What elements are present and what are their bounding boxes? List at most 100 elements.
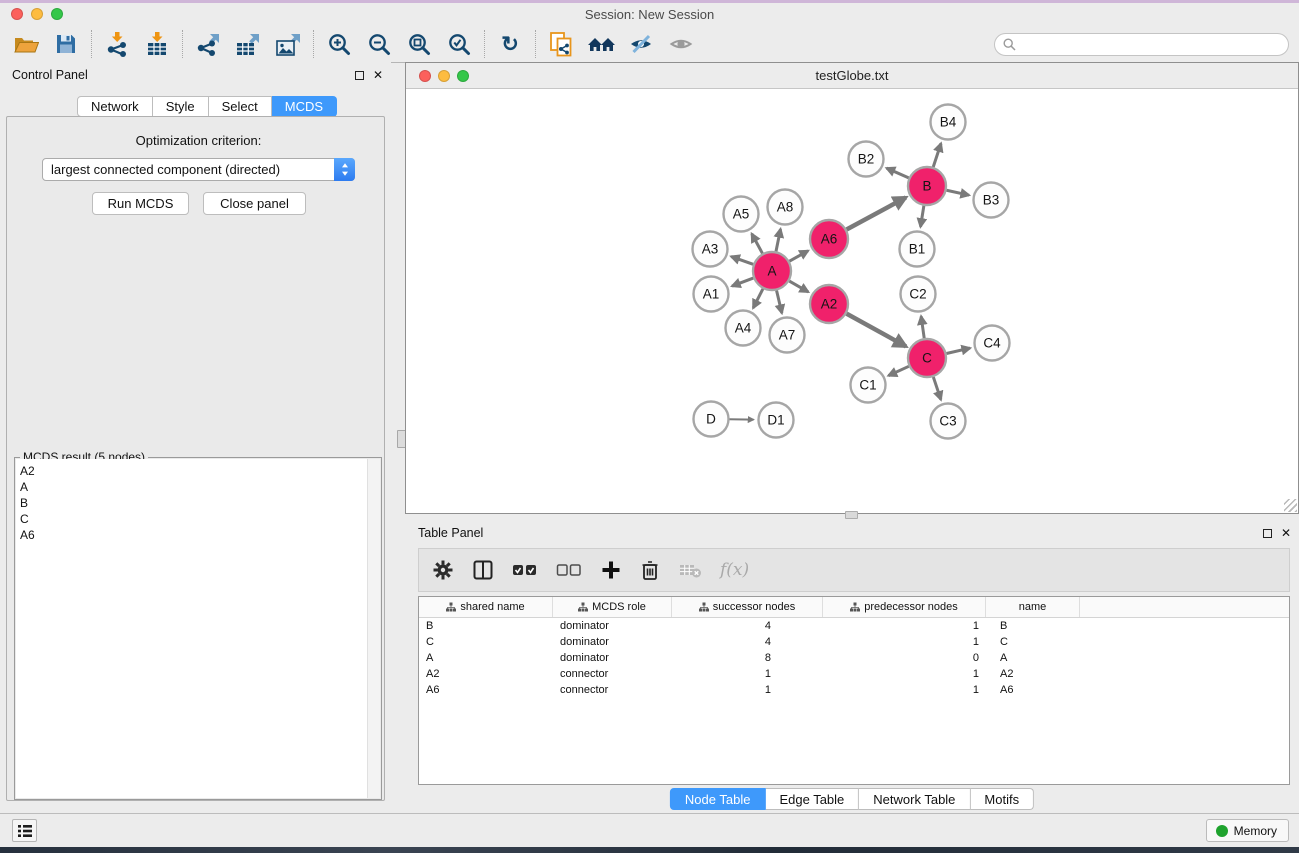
tab-mcds[interactable]: MCDS (272, 96, 337, 117)
graph-node-B1[interactable]: B1 (900, 232, 935, 267)
column-header-mcds-role[interactable]: MCDS role (553, 597, 672, 617)
show-all-button[interactable] (661, 28, 701, 60)
graph-edge-A6-B[interactable] (847, 197, 906, 229)
tab-network-table[interactable]: Network Table (859, 788, 970, 810)
graph-edge-A-A8[interactable] (776, 229, 781, 251)
graph-edge-B-B1[interactable] (921, 206, 924, 227)
float-panel-icon[interactable] (355, 71, 364, 80)
scrollbar-track[interactable] (367, 459, 380, 798)
export-image-button[interactable] (268, 28, 308, 60)
float-panel-icon[interactable] (1263, 529, 1272, 538)
graph-edge-B-B3[interactable] (947, 190, 969, 195)
graph-node-A6[interactable]: A6 (810, 220, 848, 258)
add-column-button[interactable] (600, 555, 622, 585)
zoom-window-button[interactable] (51, 8, 63, 20)
graph-edge-A-A3[interactable] (731, 257, 753, 265)
zoom-in-button[interactable] (319, 28, 359, 60)
search-input[interactable] (1021, 38, 1280, 52)
graph-edge-C-C2[interactable] (921, 316, 924, 338)
tab-select[interactable]: Select (209, 96, 272, 117)
graph-node-B4[interactable]: B4 (931, 105, 966, 140)
mcds-result-item[interactable]: A2 (16, 463, 380, 479)
table-row[interactable]: A6connector11A6 (419, 682, 1289, 698)
graph-node-A4[interactable]: A4 (726, 311, 761, 346)
graph-edge-A-A2[interactable] (789, 281, 808, 292)
graph-node-A2[interactable]: A2 (810, 285, 848, 323)
column-header-shared-name[interactable]: shared name (419, 597, 553, 617)
optimization-criterion-select[interactable]: largest connected component (directed) (42, 158, 355, 181)
minimize-window-button[interactable] (31, 8, 43, 20)
graph-node-C4[interactable]: C4 (975, 326, 1010, 361)
delete-columns-button[interactable] (640, 555, 660, 585)
table-settings-button[interactable] (432, 555, 454, 585)
network-canvas[interactable]: B4B2BB3A8A5A6B1A3AC2A1A2A4A7C4CC1C3DD1 (406, 90, 1298, 513)
import-table-button[interactable] (137, 28, 177, 60)
graph-edge-B-B4[interactable] (933, 143, 941, 167)
window-resize-corner[interactable] (1284, 499, 1297, 512)
hide-selected-button[interactable] (621, 28, 661, 60)
new-network-from-selection-button[interactable] (541, 28, 581, 60)
graph-node-B3[interactable]: B3 (974, 183, 1009, 218)
column-header-predecessor-nodes[interactable]: predecessor nodes (823, 597, 986, 617)
tab-network[interactable]: Network (77, 96, 153, 117)
tab-edge-table[interactable]: Edge Table (765, 788, 859, 810)
tab-node-table[interactable]: Node Table (670, 788, 766, 810)
refresh-view-button[interactable]: ↻ (490, 28, 530, 60)
graph-edge-A-A5[interactable] (752, 234, 763, 254)
table-row[interactable]: Cdominator41C (419, 634, 1289, 650)
function-builder-button[interactable]: f(x) (720, 555, 749, 585)
select-all-button[interactable] (512, 555, 538, 585)
graph-node-C3[interactable]: C3 (931, 404, 966, 439)
graph-edge-A2-C[interactable] (847, 314, 906, 347)
delete-table-button[interactable] (678, 555, 702, 585)
column-visibility-button[interactable] (472, 555, 494, 585)
import-network-button[interactable] (97, 28, 137, 60)
table-row[interactable]: Bdominator41B (419, 618, 1289, 634)
graph-node-A[interactable]: A (753, 252, 791, 290)
graph-node-C[interactable]: C (908, 339, 946, 377)
run-mcds-button[interactable]: Run MCDS (92, 192, 189, 215)
tab-style[interactable]: Style (153, 96, 209, 117)
graph-edge-A-A6[interactable] (789, 251, 808, 261)
graph-edge-B-B2[interactable] (887, 168, 909, 178)
graph-node-A5[interactable]: A5 (724, 197, 759, 232)
mcds-result-item[interactable]: A (16, 479, 380, 495)
graph-node-C2[interactable]: C2 (901, 277, 936, 312)
graph-node-A7[interactable]: A7 (770, 318, 805, 353)
graph-edge-C-C1[interactable] (888, 366, 908, 375)
graph-node-C1[interactable]: C1 (851, 368, 886, 403)
graph-node-A1[interactable]: A1 (694, 277, 729, 312)
table-row[interactable]: A2connector11A2 (419, 666, 1289, 682)
graph-node-B[interactable]: B (908, 167, 946, 205)
column-header-name[interactable]: name (986, 597, 1080, 617)
task-history-button[interactable] (12, 819, 37, 842)
horizontal-splitter-gripper[interactable] (845, 511, 858, 519)
column-header-successor-nodes[interactable]: successor nodes (672, 597, 823, 617)
zoom-network-window-button[interactable] (457, 70, 469, 82)
close-panel-icon[interactable]: ✕ (1281, 527, 1291, 539)
mcds-result-item[interactable]: A6 (16, 527, 380, 543)
table-row[interactable]: Adominator80A (419, 650, 1289, 666)
graph-node-B2[interactable]: B2 (849, 142, 884, 177)
zoom-out-button[interactable] (359, 28, 399, 60)
export-table-button[interactable] (228, 28, 268, 60)
search-field[interactable] (994, 33, 1289, 56)
close-panel-icon[interactable]: ✕ (373, 69, 383, 81)
close-panel-button[interactable]: Close panel (203, 192, 306, 215)
graph-edge-A-A1[interactable] (732, 278, 753, 286)
first-neighbors-button[interactable] (581, 28, 621, 60)
graph-node-D[interactable]: D (694, 402, 729, 437)
graph-edge-C-C3[interactable] (933, 377, 941, 400)
memory-button[interactable]: Memory (1206, 819, 1289, 842)
mcds-result-item[interactable]: B (16, 495, 380, 511)
minimize-network-window-button[interactable] (438, 70, 450, 82)
graph-node-D1[interactable]: D1 (759, 403, 794, 438)
deselect-all-button[interactable] (556, 555, 582, 585)
open-file-button[interactable] (6, 28, 46, 60)
graph-edge-C-C4[interactable] (946, 348, 970, 353)
zoom-fit-button[interactable] (399, 28, 439, 60)
graph-edge-A-A4[interactable] (753, 289, 763, 308)
graph-edge-A-A7[interactable] (777, 290, 782, 313)
graph-node-A8[interactable]: A8 (768, 190, 803, 225)
zoom-selected-button[interactable] (439, 28, 479, 60)
